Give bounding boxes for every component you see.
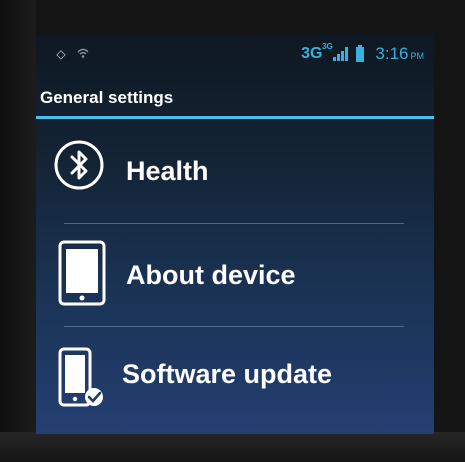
clock-time: 3:16 xyxy=(375,44,409,63)
alarm-icon: ◇ xyxy=(56,47,66,61)
phone-update-icon xyxy=(56,347,114,416)
page-title: General settings xyxy=(40,88,174,107)
device-bezel-bottom xyxy=(0,432,465,462)
signal-bars-icon xyxy=(333,47,349,61)
wifi-icon xyxy=(76,47,90,61)
menu-item-label: Software update xyxy=(122,359,333,389)
status-bar: ◇ 3G 3G 3:16 PM xyxy=(36,34,434,72)
menu-item-label: About device xyxy=(126,260,296,290)
bluetooth-icon xyxy=(53,139,105,196)
tablet-icon xyxy=(58,240,106,311)
network-type: 3G 3G xyxy=(301,42,333,62)
clock-ampm: PM xyxy=(410,51,425,61)
menu-item-label: Health xyxy=(126,156,209,186)
status-indicators: 3G 3G 3:16 PM xyxy=(301,42,424,64)
menu-item-about-device[interactable]: About device xyxy=(36,224,434,324)
menu-item-software-update[interactable]: Software update xyxy=(36,327,434,427)
device-bezel-left xyxy=(0,0,36,462)
battery-icon xyxy=(356,44,365,62)
device-screen: ◇ 3G 3G 3:16 PM General settings Health … xyxy=(36,34,434,434)
network-badge: 3G xyxy=(322,42,333,51)
title-divider xyxy=(36,116,434,119)
clock: 3:16 PM xyxy=(375,44,424,64)
menu-item-health[interactable]: Health xyxy=(36,122,434,222)
